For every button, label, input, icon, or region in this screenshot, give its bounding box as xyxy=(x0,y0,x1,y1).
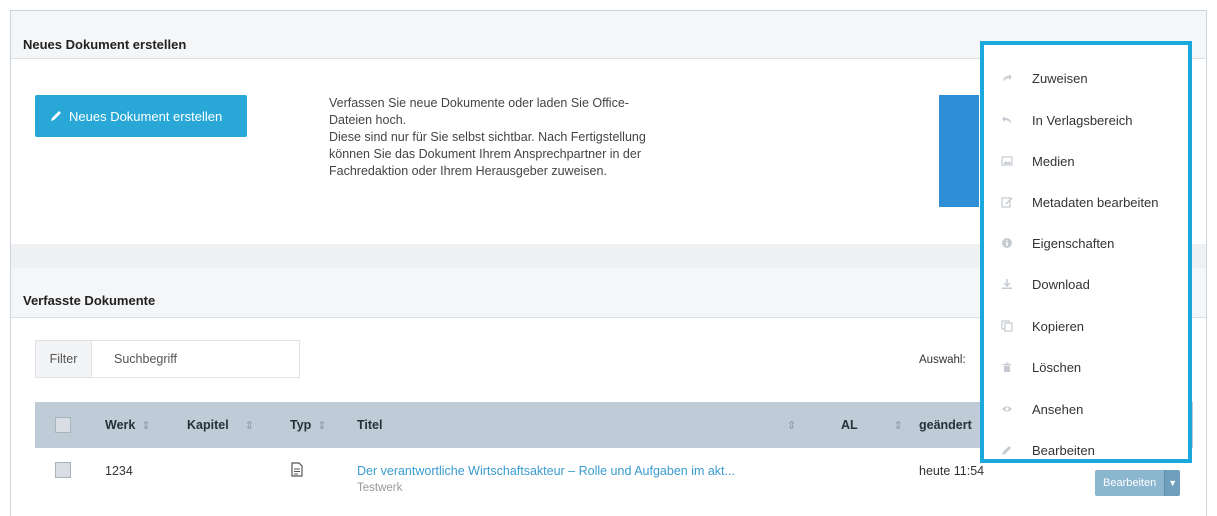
menu-item-label: Medien xyxy=(1032,153,1075,169)
copy-icon xyxy=(1001,320,1013,332)
pencil-icon xyxy=(51,111,61,121)
column-al-label: AL xyxy=(841,418,858,432)
menu-item-label: Zuweisen xyxy=(1032,70,1088,86)
new-document-panel-title: Neues Dokument erstellen xyxy=(23,37,187,52)
column-geaendert[interactable]: geändert xyxy=(919,418,972,432)
menu-item-loeschen[interactable]: Löschen xyxy=(984,357,1188,377)
menu-item-zuweisen[interactable]: Zuweisen xyxy=(984,68,1188,88)
column-typ[interactable]: Typ ⇕ xyxy=(290,418,327,432)
column-werk[interactable]: Werk ⇕ xyxy=(105,418,151,432)
description-line: Fachredaktion oder Ihrem Herausgeber zuw… xyxy=(329,164,607,178)
search-input[interactable] xyxy=(92,352,292,366)
image-icon xyxy=(1001,156,1013,166)
trash-icon xyxy=(1003,362,1011,372)
new-document-description: Verfassen Sie neue Dokumente oder laden … xyxy=(329,95,689,180)
select-all-checkbox[interactable] xyxy=(55,417,71,433)
menu-item-kopieren[interactable]: Kopieren xyxy=(984,316,1188,336)
sort-icon: ⇕ xyxy=(317,420,327,432)
column-kapitel[interactable]: Kapitel ⇕ xyxy=(187,418,254,432)
new-document-button-label: Neues Dokument erstellen xyxy=(69,108,223,124)
row-title-link[interactable]: Der verantwortliche Wirtschaftsakteur – … xyxy=(357,464,735,478)
row-changed: heute 11:54 xyxy=(919,464,985,478)
info-icon xyxy=(1002,238,1012,248)
row-subtitle: Testwerk xyxy=(357,482,403,494)
column-titel[interactable]: Titel xyxy=(357,418,382,432)
sort-icon: ⇕ xyxy=(893,420,903,432)
eye-icon xyxy=(1002,406,1012,412)
edit-metadata-icon xyxy=(1001,197,1013,208)
context-menu: Zuweisen In Verlagsbereich Medien Metada… xyxy=(980,41,1192,463)
menu-item-label: In Verlagsbereich xyxy=(1032,112,1133,128)
description-line: können Sie das Dokument Ihrem Ansprechpa… xyxy=(329,147,641,161)
menu-item-label: Download xyxy=(1032,276,1090,292)
menu-item-label: Löschen xyxy=(1032,359,1082,375)
column-titel-label: Titel xyxy=(357,418,383,432)
column-typ-label: Typ xyxy=(290,418,312,432)
menu-item-metadaten[interactable]: Metadaten bearbeiten xyxy=(984,192,1188,212)
reply-arrow-icon xyxy=(1002,116,1011,124)
menu-item-label: Eigenschaften xyxy=(1032,235,1115,251)
share-arrow-icon xyxy=(1003,74,1012,82)
sort-icon[interactable]: ⇕ xyxy=(781,418,796,432)
filter-label: Filter xyxy=(36,341,92,377)
sort-icon: ⇕ xyxy=(244,420,254,432)
document-icon xyxy=(291,462,303,477)
sort-icon: ⇕ xyxy=(141,420,151,432)
download-icon xyxy=(1002,279,1012,289)
main-frame: Neues Dokument erstellen Neues Dokument … xyxy=(10,10,1207,516)
column-geaendert-label: geändert xyxy=(919,418,972,432)
menu-item-ansehen[interactable]: Ansehen xyxy=(984,399,1188,419)
row-werk: 1234 xyxy=(105,464,133,478)
description-line: Verfassen Sie neue Dokumente oder laden … xyxy=(329,96,629,110)
edit-button[interactable]: Bearbeiten xyxy=(1095,470,1165,496)
menu-item-label: Kopieren xyxy=(1032,318,1085,334)
menu-item-label: Bearbeiten xyxy=(1032,442,1095,458)
menu-item-eigenschaften[interactable]: Eigenschaften xyxy=(984,233,1188,253)
menu-item-label: Metadaten bearbeiten xyxy=(1032,194,1159,210)
sort-icon-glyph: ⇕ xyxy=(787,420,797,432)
menu-item-label: Ansehen xyxy=(1032,401,1084,417)
menu-item-bearbeiten[interactable]: Bearbeiten xyxy=(984,440,1188,460)
menu-item-medien[interactable]: Medien xyxy=(984,151,1188,171)
description-line: Diese sind nur für Sie selbst sichtbar. … xyxy=(329,130,646,144)
documents-panel-title: Verfasste Dokumente xyxy=(23,293,156,308)
pencil-icon xyxy=(1002,446,1011,455)
menu-item-verlagsbereich[interactable]: In Verlagsbereich xyxy=(984,110,1188,130)
row-action-group: Bearbeiten ▼ xyxy=(1095,470,1181,496)
column-werk-label: Werk xyxy=(105,418,136,432)
upload-tile[interactable] xyxy=(939,95,979,207)
column-kapitel-label: Kapitel xyxy=(187,418,229,432)
filter-box: Filter xyxy=(35,340,300,378)
menu-item-download[interactable]: Download xyxy=(984,274,1188,294)
row-checkbox[interactable] xyxy=(55,462,71,478)
selection-label: Auswahl: xyxy=(919,354,966,366)
column-al[interactable]: AL ⇕ xyxy=(841,418,903,432)
caret-down-icon[interactable]: ▼ xyxy=(1164,470,1181,496)
description-line: Dateien hoch. xyxy=(329,113,407,127)
new-document-button[interactable]: Neues Dokument erstellen xyxy=(35,95,247,137)
